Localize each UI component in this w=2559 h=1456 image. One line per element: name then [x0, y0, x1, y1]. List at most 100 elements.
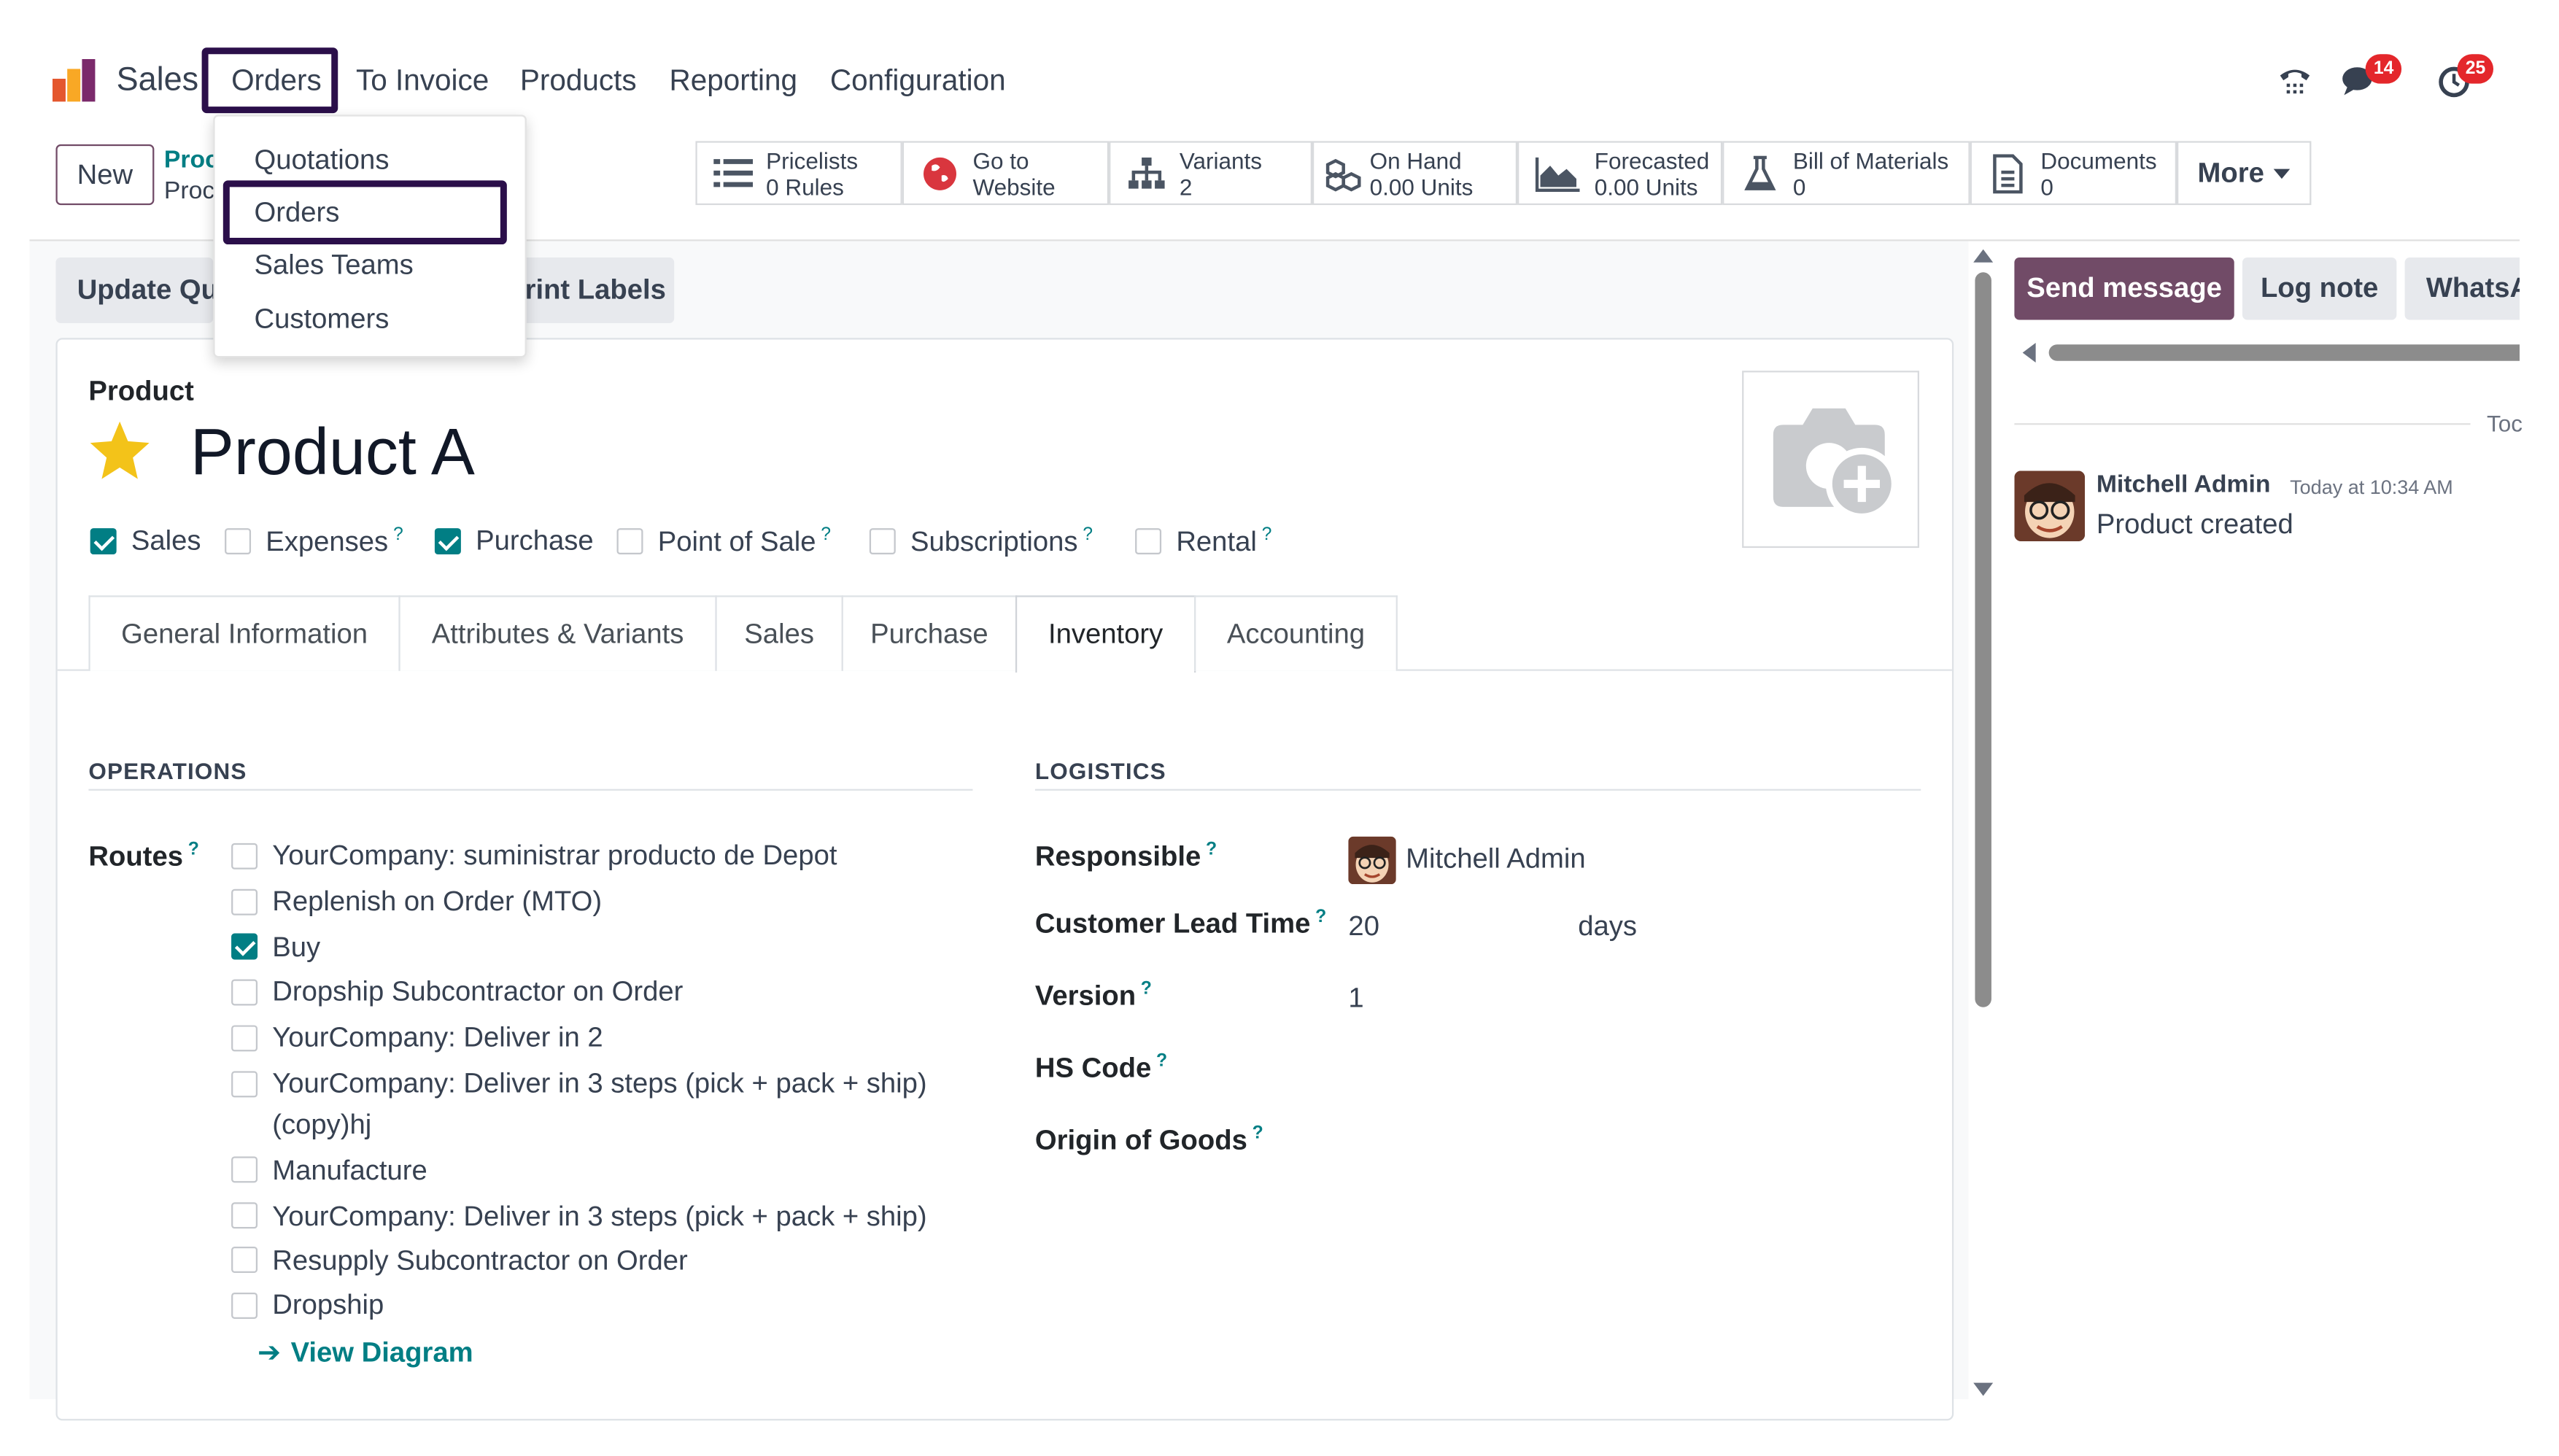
horizontal-scrollbar-thumb[interactable]: [2048, 344, 2520, 361]
route-checkbox-8[interactable]: [231, 1247, 258, 1273]
tab-accounting[interactable]: Accounting: [1194, 595, 1398, 671]
origin-of-goods-label: Origin of Goods?: [1035, 1123, 1263, 1157]
view-diagram-label: View Diagram: [290, 1336, 473, 1368]
subscriptions-help-icon[interactable]: ?: [1083, 525, 1093, 545]
tab-attributes-variants[interactable]: Attributes & Variants: [398, 595, 717, 671]
subscriptions-label-text: Subscriptions: [910, 526, 1078, 557]
variants-count: 2: [1179, 173, 1193, 200]
view-diagram-link[interactable]: ➔ View Diagram: [258, 1337, 473, 1370]
app-logo[interactable]: [52, 58, 98, 102]
nav-orders[interactable]: Orders: [231, 64, 322, 98]
purchase-checkbox[interactable]: [434, 528, 461, 555]
pricelists-button[interactable]: Pricelists 0 Rules: [695, 141, 902, 206]
vertical-scrollbar-thumb[interactable]: [1975, 272, 1991, 1007]
dropdown-item-customers[interactable]: Customers: [255, 303, 390, 336]
routes-label-text: Routes: [88, 840, 184, 872]
route-checkbox-9[interactable]: [231, 1292, 258, 1319]
route-checkbox-1[interactable]: [231, 888, 258, 915]
avatar: [1348, 836, 1396, 885]
documents-button[interactable]: Documents 0: [1970, 141, 2177, 206]
route-checkbox-4[interactable]: [231, 1025, 258, 1052]
version-label: Version?: [1035, 979, 1152, 1012]
tab-sales[interactable]: Sales: [715, 595, 843, 671]
scroll-up-arrow-icon[interactable]: [1973, 249, 1994, 263]
route-checkbox-2[interactable]: [231, 933, 258, 960]
nav-products[interactable]: Products: [520, 64, 637, 98]
subscriptions-checkbox[interactable]: [869, 528, 896, 555]
phone-icon[interactable]: [2277, 62, 2312, 98]
on-hand-label: On Hand: [1369, 147, 1462, 174]
variants-label: Variants: [1179, 147, 1262, 174]
dropdown-item-quotations[interactable]: Quotations: [255, 144, 390, 177]
route-checkbox-7[interactable]: [231, 1202, 258, 1229]
pricelists-value: 0 Rules: [766, 173, 844, 200]
nav-reporting[interactable]: Reporting: [669, 64, 797, 98]
forecasted-button[interactable]: Forecasted 0.00 Units: [1517, 141, 1723, 206]
responsible-value[interactable]: Mitchell Admin: [1406, 843, 1585, 876]
dropdown-item-sales-teams[interactable]: Sales Teams: [255, 249, 414, 282]
scroll-left-arrow-icon[interactable]: [2022, 342, 2036, 363]
routes-help-icon[interactable]: ?: [188, 840, 199, 859]
sales-option-label: Sales: [131, 524, 201, 557]
on-hand-button[interactable]: On Hand 0.00 Units: [1312, 141, 1518, 206]
tab-inventory[interactable]: Inventory: [1015, 595, 1196, 673]
customer-lead-time-help-icon[interactable]: ?: [1315, 907, 1326, 927]
message-author-avatar[interactable]: [2014, 471, 2086, 542]
arrow-right-icon: ➔: [258, 1336, 282, 1368]
sales-checkbox[interactable]: [90, 528, 117, 555]
origin-of-goods-label-text: Origin of Goods: [1034, 1124, 1247, 1156]
product-name[interactable]: Product A: [190, 417, 475, 490]
app-name[interactable]: Sales: [117, 62, 199, 100]
send-message-button[interactable]: Send message: [2014, 257, 2234, 320]
pricelists-label: Pricelists: [766, 147, 859, 174]
expenses-checkbox[interactable]: [225, 528, 252, 555]
hs-code-input[interactable]: [1348, 1050, 1906, 1092]
product-image[interactable]: [1742, 371, 1919, 549]
rental-option-label: Rental?: [1176, 525, 1271, 559]
point-of-sale-help-icon[interactable]: ?: [821, 525, 831, 545]
caret-down-icon: [2274, 168, 2291, 178]
route-checkbox-3[interactable]: [231, 979, 258, 1006]
cubes-icon: [1324, 153, 1363, 193]
variants-button[interactable]: Variants 2: [1109, 141, 1312, 206]
nav-configuration[interactable]: Configuration: [830, 64, 1006, 98]
tab-purchase[interactable]: Purchase: [841, 595, 1018, 671]
customer-lead-time-input[interactable]: 20: [1348, 910, 1379, 943]
log-note-button[interactable]: Log note: [2242, 257, 2397, 320]
update-quantity-button[interactable]: Update Qu: [55, 257, 218, 323]
list-icon: [713, 153, 754, 193]
expenses-help-icon[interactable]: ?: [393, 525, 403, 545]
new-button[interactable]: New: [55, 144, 155, 206]
point-of-sale-option-label: Point of Sale?: [658, 525, 831, 559]
route-checkbox-5[interactable]: [231, 1071, 258, 1098]
hs-code-help-icon[interactable]: ?: [1156, 1051, 1167, 1071]
route-label-8: Resupply Subcontractor on Order: [272, 1244, 688, 1277]
rental-checkbox[interactable]: [1135, 528, 1162, 555]
logistics-divider: [1034, 789, 1921, 791]
responsible-label: Responsible?: [1035, 840, 1217, 873]
version-label-text: Version: [1034, 980, 1137, 1012]
bill-of-materials-button[interactable]: Bill of Materials 0: [1722, 141, 1970, 206]
scroll-down-arrow-icon[interactable]: [1973, 1382, 1994, 1396]
breadcrumb-parent[interactable]: Proc: [164, 146, 219, 174]
customer-lead-time-label-text: Customer Lead Time: [1034, 908, 1311, 940]
area-chart-icon: [1535, 153, 1582, 193]
tab-general-information[interactable]: General Information: [88, 595, 400, 671]
orders-item-highlight: [222, 180, 507, 245]
go-to-website-button[interactable]: Go to Website: [902, 141, 1110, 206]
responsible-help-icon[interactable]: ?: [1206, 840, 1217, 859]
bom-label: Bill of Materials: [1792, 147, 1949, 174]
message-author[interactable]: Mitchell Admin: [2097, 471, 2271, 498]
route-checkbox-0[interactable]: [231, 843, 258, 870]
route-label-2: Buy: [272, 932, 321, 963]
nav-to-invoice[interactable]: To Invoice: [356, 64, 489, 98]
point-of-sale-checkbox[interactable]: [616, 528, 643, 555]
favorite-star-icon[interactable]: [87, 420, 152, 482]
origin-of-goods-help-icon[interactable]: ?: [1253, 1123, 1263, 1143]
more-button[interactable]: More: [2177, 141, 2312, 206]
version-help-icon[interactable]: ?: [1141, 979, 1152, 999]
route-checkbox-6[interactable]: [231, 1156, 258, 1183]
origin-of-goods-input[interactable]: [1348, 1122, 1906, 1164]
rental-help-icon[interactable]: ?: [1262, 525, 1272, 545]
whatsapp-button[interactable]: WhatsA: [2404, 257, 2520, 320]
